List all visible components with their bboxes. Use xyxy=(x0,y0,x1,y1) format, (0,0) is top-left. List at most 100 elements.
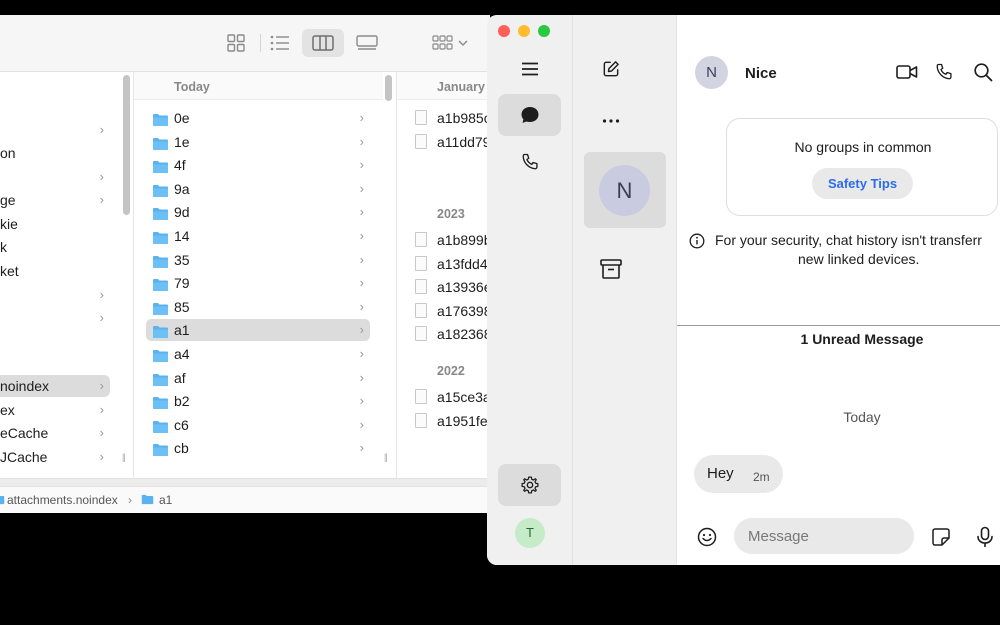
folder-row[interactable]: cb › xyxy=(146,437,370,459)
folder-row[interactable]: 0e › xyxy=(146,107,370,129)
file-name: a1951fe xyxy=(437,412,488,429)
message-composer[interactable] xyxy=(734,518,914,554)
parent-column-item[interactable]: ge › xyxy=(0,189,110,211)
path-segment-attachments[interactable]: attachments.noindex xyxy=(7,493,118,507)
parent-column-item[interactable]: JCache › xyxy=(0,446,110,468)
screen: › on › ge › kie k ket › › noindex › ex › eCache › JCache… xyxy=(0,0,1000,625)
folder-row[interactable]: c6 › xyxy=(146,414,370,436)
profile-avatar[interactable]: T xyxy=(515,518,545,548)
folder-column: Today 0e › 1e › 4f › 9a › 9d › 14 › 35 › 79 › 85 › a1 › a4 › a… xyxy=(133,72,383,478)
parent-column-scrollbar[interactable] xyxy=(123,75,130,215)
file-row[interactable]: a11dd79 xyxy=(415,131,490,153)
calls-tab[interactable] xyxy=(498,141,561,183)
chevron-right-icon: › xyxy=(359,204,364,220)
voice-message-button[interactable] xyxy=(976,526,994,553)
file-name: a15ce3a xyxy=(437,389,490,405)
more-options-button[interactable] xyxy=(602,111,620,129)
safety-tips-button[interactable]: Safety Tips xyxy=(812,168,913,199)
file-column-header: January xyxy=(397,72,490,100)
parent-column-item[interactable]: ket xyxy=(0,260,110,282)
parent-column-item[interactable]: k xyxy=(0,236,110,258)
file-row[interactable]: a15ce3a xyxy=(415,386,490,408)
chevron-right-icon: › xyxy=(359,180,364,196)
folder-column-scrollbar[interactable] xyxy=(385,75,392,101)
group-by-button[interactable] xyxy=(428,29,472,57)
folder-row[interactable]: 9d › xyxy=(146,201,370,223)
document-icon xyxy=(415,255,427,271)
folder-row[interactable]: 14 › xyxy=(146,225,370,247)
column-view-button[interactable] xyxy=(302,29,344,57)
file-row[interactable]: a1b985c xyxy=(415,107,490,129)
path-segment-a1[interactable]: a1 xyxy=(159,493,172,507)
search-icon xyxy=(974,63,993,82)
parent-column-item[interactable]: kie xyxy=(0,213,110,235)
horizontal-scrollbar[interactable] xyxy=(0,478,490,486)
file-group-header: 2023 xyxy=(437,207,465,221)
parent-column-item[interactable]: ex › xyxy=(0,399,110,421)
file-row[interactable]: a1951fe xyxy=(415,410,490,432)
archive-button[interactable] xyxy=(599,258,623,285)
incoming-message[interactable]: Hey 2m xyxy=(694,455,783,493)
folder-icon xyxy=(152,182,169,197)
conversation-item-nice[interactable]: N xyxy=(584,152,666,228)
folder-row[interactable]: 4f › xyxy=(146,154,370,176)
file-row[interactable]: a182368 xyxy=(415,323,490,345)
parent-column-item-label: noindex xyxy=(0,378,50,394)
video-camera-icon xyxy=(896,65,918,79)
file-row[interactable]: a176398 xyxy=(415,300,490,322)
compose-button[interactable] xyxy=(601,59,621,84)
folder-name: 35 xyxy=(174,251,190,268)
folder-row[interactable]: 1e › xyxy=(146,131,370,153)
chevron-right-icon: › xyxy=(99,192,104,207)
parent-column-item[interactable] xyxy=(0,331,110,353)
folder-row[interactable]: b2 › xyxy=(146,390,370,412)
column-resize-handle[interactable]: || xyxy=(384,452,388,462)
folder-row[interactable]: af › xyxy=(146,367,370,389)
contact-name[interactable]: Nice xyxy=(745,65,777,82)
sticker-button[interactable] xyxy=(931,527,951,552)
finder-toolbar xyxy=(0,15,490,72)
menu-button[interactable] xyxy=(498,48,561,90)
message-input[interactable] xyxy=(748,518,908,554)
conversation-list: N xyxy=(573,15,677,565)
folder-row[interactable]: a4 › xyxy=(146,343,370,365)
folder-row[interactable]: 79 › xyxy=(146,272,370,294)
message-text: Hey xyxy=(707,465,734,482)
chevron-right-icon: › xyxy=(359,416,364,432)
archive-icon xyxy=(600,259,622,279)
file-row[interactable]: a13936e xyxy=(415,276,490,298)
parent-column-item[interactable]: eCache › xyxy=(0,422,110,444)
parent-column-item[interactable]: › xyxy=(0,166,110,188)
folder-row[interactable]: 85 › xyxy=(146,296,370,318)
folder-row[interactable]: 35 › xyxy=(146,249,370,271)
zoom-window-button[interactable] xyxy=(538,25,550,37)
settings-button[interactable] xyxy=(498,464,561,506)
parent-column-item[interactable]: noindex › xyxy=(0,375,110,397)
close-window-button[interactable] xyxy=(498,25,510,37)
folder-row[interactable]: 9a › xyxy=(146,178,370,200)
video-call-button[interactable] xyxy=(896,64,918,85)
gallery-view-button[interactable] xyxy=(352,29,382,57)
parent-column-item[interactable]: › xyxy=(0,307,110,329)
voice-call-button[interactable] xyxy=(934,62,954,87)
chats-tab[interactable] xyxy=(498,94,561,136)
folder-row[interactable]: a1 › xyxy=(146,319,370,342)
emoji-button[interactable] xyxy=(697,527,717,552)
parent-column-item[interactable]: › xyxy=(0,119,110,141)
column-resize-handle[interactable]: || xyxy=(122,452,126,462)
search-button[interactable] xyxy=(973,62,993,87)
folder-name: 85 xyxy=(174,298,190,315)
parent-column-item[interactable]: › xyxy=(0,284,110,306)
contact-avatar-small[interactable]: N xyxy=(695,56,728,89)
file-group-header: 2022 xyxy=(437,364,465,378)
parent-column-item[interactable]: on xyxy=(0,142,110,164)
file-row[interactable]: a13fdd4 xyxy=(415,253,490,275)
file-row[interactable]: a1b899b xyxy=(415,229,490,251)
folder-name: 9d xyxy=(174,204,190,221)
folder-icon xyxy=(152,158,169,174)
sticker-icon xyxy=(932,528,950,546)
file-name: a11dd79 xyxy=(437,133,490,150)
minimize-window-button[interactable] xyxy=(518,25,530,37)
icon-view-button[interactable] xyxy=(222,29,250,57)
list-view-button[interactable] xyxy=(266,29,294,57)
